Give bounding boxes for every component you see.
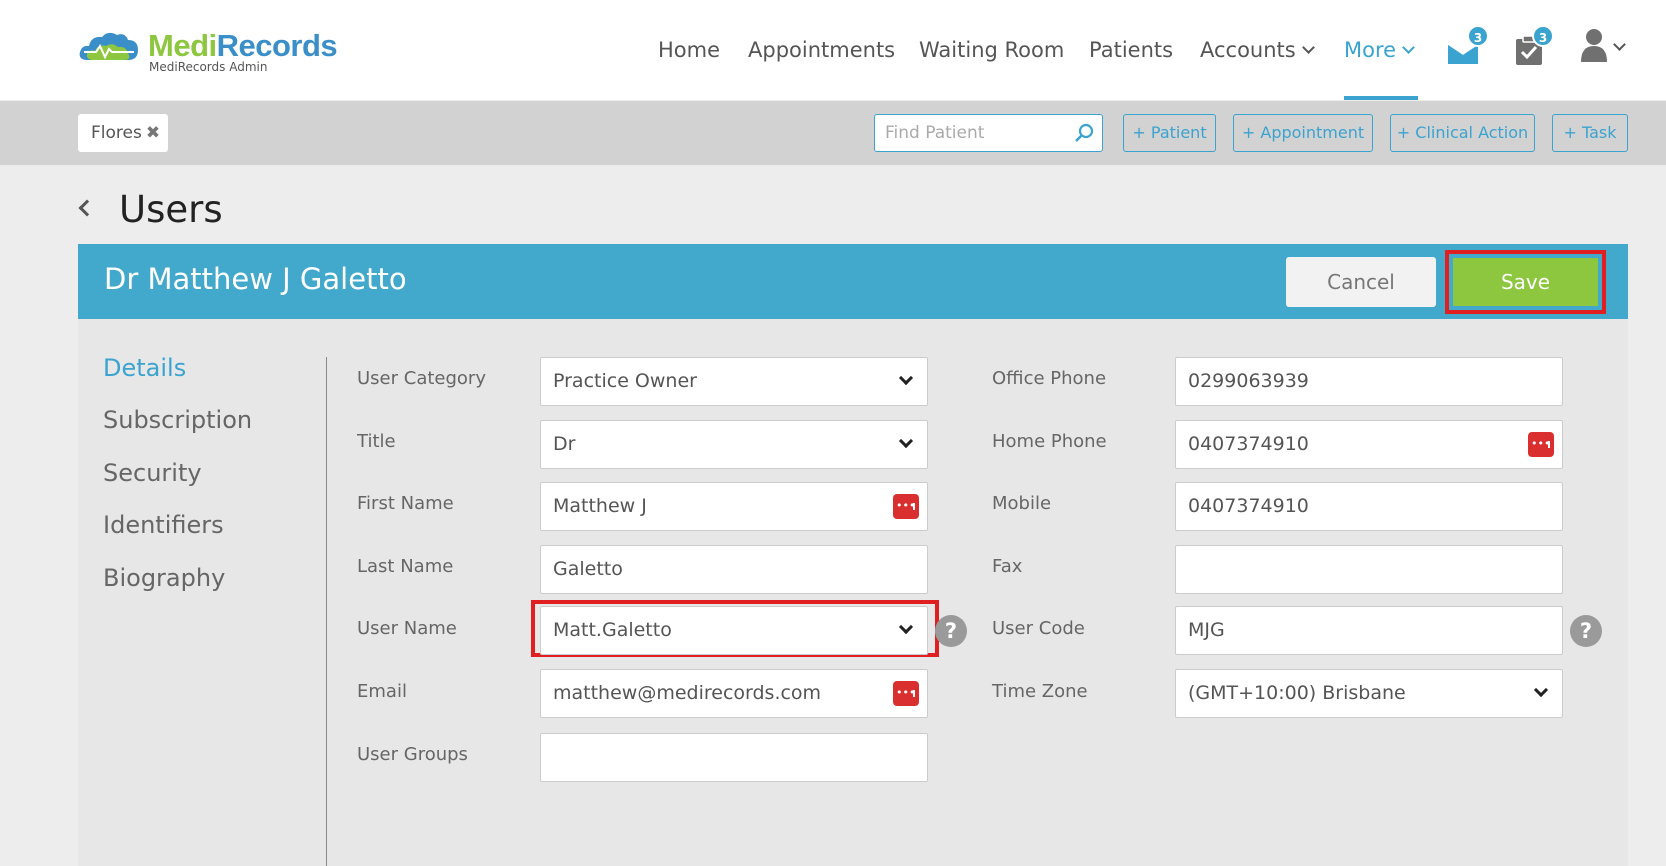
mobile-value: 0407374910: [1188, 495, 1309, 517]
sidenav-security[interactable]: Security: [103, 459, 202, 487]
last-name-label: Last Name: [357, 556, 454, 577]
add-clinical-action-button[interactable]: + Clinical Action: [1390, 114, 1535, 152]
main-nav: Home Appointments Waiting Room Patients …: [0, 38, 1666, 68]
mobile-label: Mobile: [992, 493, 1052, 514]
page-title: Users: [119, 188, 223, 231]
chevron-down-icon: [1301, 41, 1315, 54]
find-patient-placeholder: Find Patient: [885, 123, 985, 143]
user-menu-button[interactable]: [1580, 28, 1630, 64]
last-name-field[interactable]: Galetto: [540, 545, 928, 594]
office-phone-field[interactable]: 0299063939: [1175, 357, 1563, 406]
nav-waiting-room[interactable]: Waiting Room: [919, 38, 1064, 62]
title-select[interactable]: Dr: [540, 420, 928, 469]
nav-more[interactable]: More: [1344, 38, 1415, 62]
mobile-field[interactable]: 0407374910: [1175, 482, 1563, 531]
home-phone-field[interactable]: 0407374910: [1175, 420, 1563, 469]
patient-toolbar: Flores ✖ Find Patient + Patient + Appoint…: [0, 101, 1666, 165]
title-label: Title: [357, 431, 396, 452]
back-chevron-icon[interactable]: [78, 199, 96, 217]
email-label: Email: [357, 681, 407, 702]
sidenav-divider: [326, 357, 327, 866]
user-details-panel: Details Subscription Security Identifier…: [78, 319, 1628, 866]
last-name-value: Galetto: [553, 558, 623, 580]
user-name-select[interactable]: Matt.Galetto: [540, 606, 928, 655]
cancel-button[interactable]: Cancel: [1286, 257, 1436, 307]
user-avatar-icon: [1581, 29, 1607, 62]
email-value: matthew@medirecords.com: [553, 682, 822, 704]
nav-accounts[interactable]: Accounts: [1200, 38, 1315, 62]
chevron-down-icon: [1402, 41, 1415, 54]
home-phone-value: 0407374910: [1188, 433, 1309, 455]
nav-patients[interactable]: Patients: [1089, 38, 1173, 62]
user-name-label: User Name: [357, 618, 457, 639]
fax-label: Fax: [992, 556, 1023, 577]
user-name-value: Matt.Galetto: [553, 619, 672, 641]
chevron-down-icon: [898, 619, 914, 635]
nav-home[interactable]: Home: [658, 38, 720, 62]
tasks-button[interactable]: 3: [1514, 25, 1554, 65]
user-category-value: Practice Owner: [553, 370, 697, 392]
password-manager-icon[interactable]: [893, 482, 919, 529]
first-name-label: First Name: [357, 493, 454, 514]
messages-count-badge: 3: [1467, 25, 1489, 47]
office-phone-label: Office Phone: [992, 368, 1107, 389]
first-name-value: Matthew J: [553, 495, 647, 517]
add-patient-button[interactable]: + Patient: [1123, 114, 1216, 152]
user-header-band: Dr Matthew J Galetto Cancel Save: [78, 244, 1628, 319]
user-code-help-icon[interactable]: ?: [1570, 615, 1602, 647]
search-icon[interactable]: [1074, 123, 1094, 143]
user-groups-field[interactable]: [540, 733, 928, 782]
title-value: Dr: [553, 433, 576, 455]
doctor-name: Dr Matthew J Galetto: [104, 262, 407, 296]
close-icon[interactable]: ✖: [146, 123, 160, 143]
sidenav-biography[interactable]: Biography: [103, 564, 225, 592]
user-category-label: User Category: [357, 368, 486, 389]
open-patient-tab[interactable]: Flores ✖: [78, 114, 168, 152]
password-manager-icon[interactable]: [893, 669, 919, 716]
chevron-down-icon: [1613, 38, 1626, 51]
user-code-field[interactable]: MJG: [1175, 606, 1563, 655]
sidenav-identifiers[interactable]: Identifiers: [103, 511, 224, 539]
user-groups-label: User Groups: [357, 744, 468, 765]
time-zone-value: (GMT+10:00) Brisbane: [1188, 682, 1406, 704]
nav-appointments[interactable]: Appointments: [748, 38, 895, 62]
chevron-down-icon: [898, 433, 914, 449]
user-code-value: MJG: [1188, 619, 1225, 641]
active-nav-indicator: [1344, 96, 1418, 100]
patient-tab-label: Flores: [91, 123, 142, 143]
find-patient-input[interactable]: Find Patient: [874, 114, 1103, 152]
password-manager-icon[interactable]: [1528, 420, 1554, 467]
time-zone-select[interactable]: (GMT+10:00) Brisbane: [1175, 669, 1563, 718]
time-zone-label: Time Zone: [992, 681, 1088, 702]
nav-accounts-label: Accounts: [1200, 38, 1296, 62]
chevron-down-icon: [898, 370, 914, 386]
save-button[interactable]: Save: [1453, 258, 1598, 306]
add-appointment-button[interactable]: + Appointment: [1233, 114, 1373, 152]
user-name-help-icon[interactable]: ?: [935, 615, 967, 647]
messages-button[interactable]: 3: [1446, 25, 1489, 64]
sidenav-details[interactable]: Details: [103, 354, 186, 382]
user-category-select[interactable]: Practice Owner: [540, 357, 928, 406]
office-phone-value: 0299063939: [1188, 370, 1309, 392]
email-field[interactable]: matthew@medirecords.com: [540, 669, 928, 718]
save-highlight-box: Save: [1445, 250, 1606, 314]
add-task-button[interactable]: + Task: [1552, 114, 1628, 152]
sidenav-subscription[interactable]: Subscription: [103, 406, 252, 434]
user-code-label: User Code: [992, 618, 1085, 639]
fax-field[interactable]: [1175, 545, 1563, 594]
home-phone-label: Home Phone: [992, 431, 1107, 452]
chevron-down-icon: [1533, 682, 1549, 698]
top-navbar: MediRecords MediRecords Admin Home Appoi…: [0, 0, 1666, 100]
nav-more-label: More: [1344, 38, 1397, 62]
tasks-count-badge: 3: [1532, 25, 1554, 47]
first-name-field[interactable]: Matthew J: [540, 482, 928, 531]
